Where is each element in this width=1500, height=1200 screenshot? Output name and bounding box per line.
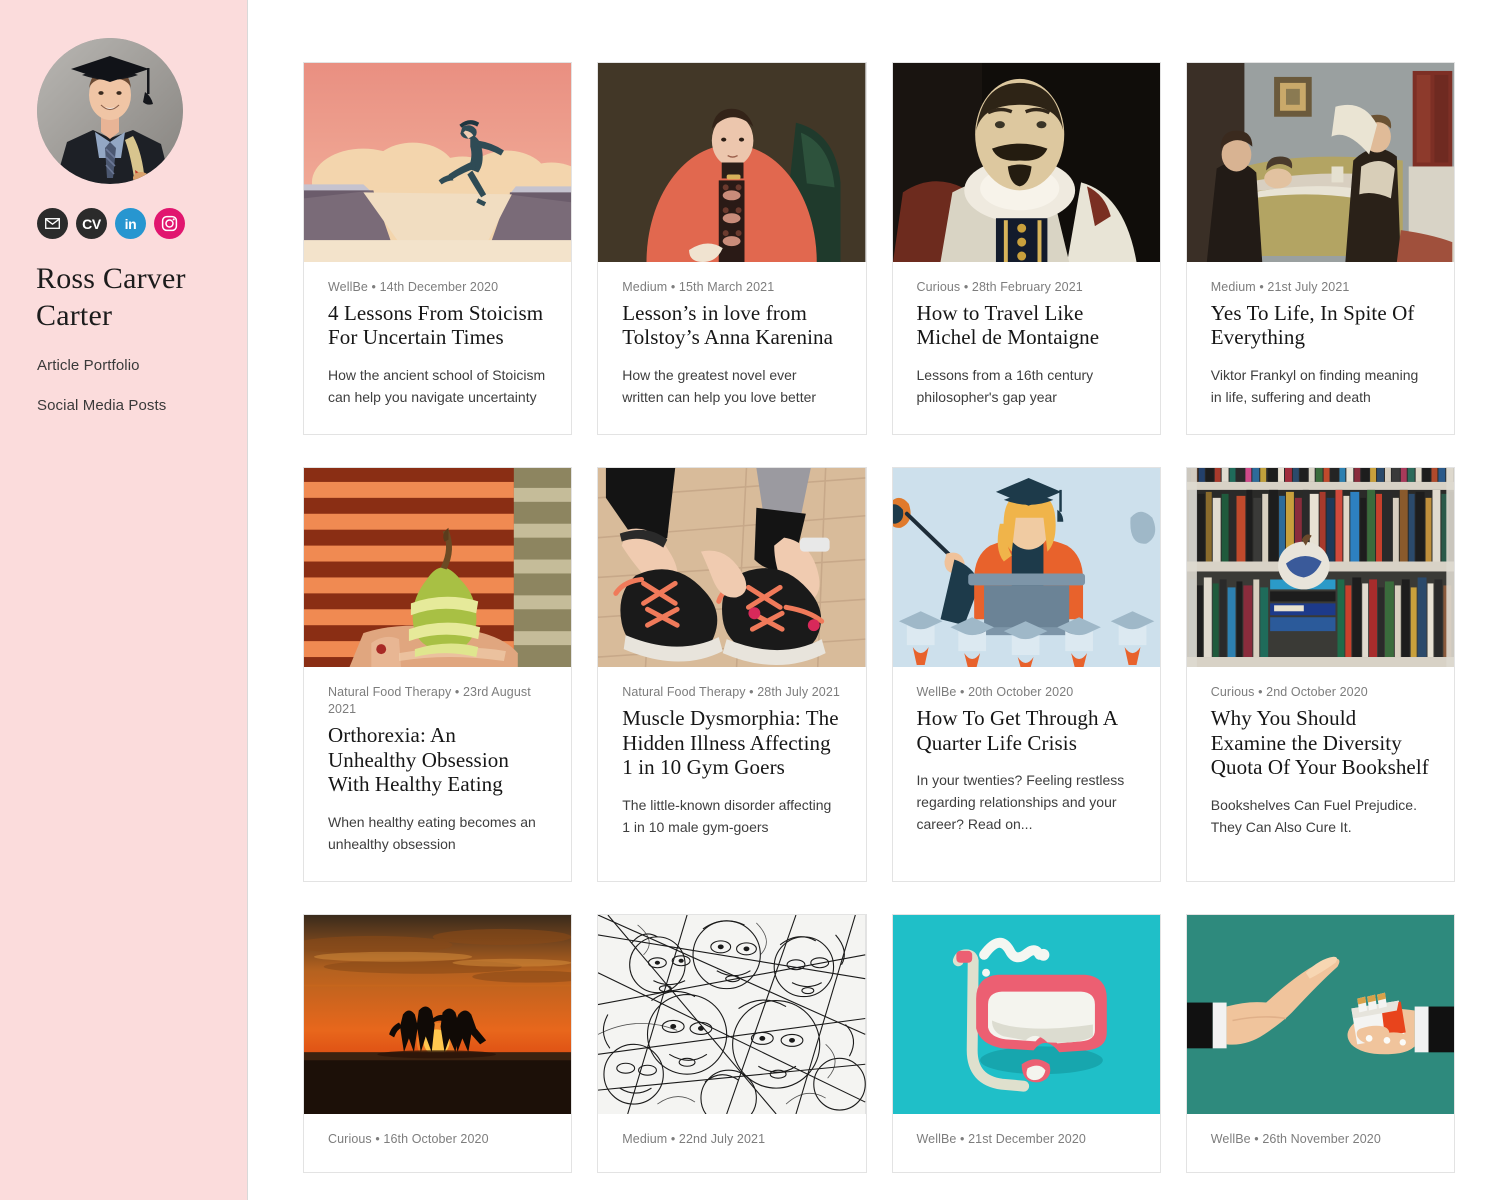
- card-meta: Medium • 15th March 2021: [622, 280, 775, 294]
- linkedin-icon[interactable]: in: [115, 208, 146, 239]
- thumb-art: [1186, 468, 1454, 668]
- thumb-art: [1186, 914, 1454, 1114]
- card-description: Viktor Frankyl on finding meaning in lif…: [1210, 367, 1419, 406]
- card-body: WellBe • 20th October 2020 How To Get Th…: [893, 667, 1160, 861]
- thumb-art: [892, 63, 1160, 262]
- article-card[interactable]: Curious • 2nd October 2020 Why You Shoul…: [1185, 467, 1455, 882]
- thumb-art: [304, 468, 572, 668]
- article-card[interactable]: Natural Food Therapy • 28th July 2021 Mu…: [597, 467, 867, 882]
- pear-in-hand-photo: [304, 468, 572, 668]
- refusing-cigarettes-illustration: [1186, 914, 1454, 1114]
- card-body: WellBe • 21st December 2020: [893, 1114, 1160, 1172]
- card-title[interactable]: Muscle Dysmorphia: The Hidden Illness Af…: [622, 706, 841, 780]
- card-body: Medium • 21st July 2021 Yes To Life, In …: [1187, 262, 1454, 434]
- card-title[interactable]: Lesson’s in love from Tolstoy’s Anna Kar…: [622, 301, 841, 350]
- card-description: How the greatest novel ever written can …: [622, 367, 817, 406]
- card-title[interactable]: How to Travel Like Michel de Montaigne: [917, 301, 1136, 350]
- card-meta: Medium • 22nd July 2021: [622, 1131, 766, 1146]
- card-description: The little-known disorder affecting 1 in…: [622, 796, 832, 835]
- graduation-lecture-illustration: [892, 468, 1160, 668]
- envelope-glyph: [45, 218, 60, 229]
- abstract-faces-drawing: [598, 914, 866, 1114]
- card-title[interactable]: Orthorexia: An Unhealthy Obsession With …: [328, 723, 547, 797]
- card-description: When healthy eating becomes an unhealthy…: [328, 813, 536, 852]
- article-card[interactable]: Medium • 22nd July 2021: [597, 913, 867, 1173]
- card-description: Bookshelves Can Fuel Prejudice. They Can…: [1210, 796, 1417, 835]
- card-body: Natural Food Therapy • 23rd August 2021 …: [304, 667, 571, 881]
- linkedin-label: in: [124, 215, 137, 232]
- article-card[interactable]: WellBe • 14th December 2020 4 Lessons Fr…: [303, 62, 573, 436]
- article-grid: WellBe • 14th December 2020 4 Lessons Fr…: [303, 62, 1455, 1173]
- thumb-art: [892, 914, 1160, 1114]
- card-title[interactable]: How To Get Through A Quarter Life Crisis: [917, 706, 1136, 755]
- sidebar: CV in Ross Carver Carter Article Portfol…: [0, 0, 248, 1200]
- card-meta: Natural Food Therapy • 28th July 2021: [622, 685, 840, 700]
- card-meta: Medium • 21st July 2021: [1210, 280, 1350, 294]
- sidebar-item-article-portfolio[interactable]: Article Portfolio: [37, 356, 213, 376]
- bookshelf-photo: [1186, 468, 1454, 668]
- page-title: Ross Carver Carter: [36, 262, 186, 332]
- article-card[interactable]: WellBe • 21st December 2020: [891, 913, 1161, 1173]
- card-meta: WellBe • 20th October 2020: [916, 685, 1074, 700]
- cv-label: CV: [82, 215, 101, 232]
- thumb-art: [598, 468, 866, 668]
- montaigne-portrait: [892, 63, 1160, 262]
- cliff-jump-illustration: [304, 63, 572, 262]
- card-meta: WellBe • 14th December 2020: [328, 280, 499, 294]
- thumb-art: [1186, 63, 1454, 262]
- card-meta: WellBe • 26th November 2020: [1210, 1131, 1381, 1146]
- card-body: WellBe • 14th December 2020 4 Lessons Fr…: [304, 262, 571, 434]
- sidebar-nav: Article Portfolio Social Media Posts: [37, 356, 213, 415]
- avatar-photo: [37, 38, 183, 184]
- thumb-art: [304, 63, 572, 262]
- card-meta: Curious • 28th February 2021: [916, 280, 1083, 294]
- thumb-art: [892, 468, 1160, 668]
- card-body: Natural Food Therapy • 28th July 2021 Mu…: [598, 667, 865, 864]
- article-card[interactable]: WellBe • 26th November 2020: [1185, 913, 1455, 1173]
- card-title[interactable]: Yes To Life, In Spite Of Everything: [1211, 301, 1430, 350]
- card-body: Curious • 16th October 2020: [304, 1114, 571, 1172]
- email-icon[interactable]: [37, 208, 68, 239]
- main-content: WellBe • 14th December 2020 4 Lessons Fr…: [248, 0, 1500, 1200]
- science-of-charity-painting: [1186, 63, 1454, 262]
- victorian-woman-portrait: [598, 63, 866, 262]
- article-card[interactable]: WellBe • 20th October 2020 How To Get Th…: [891, 467, 1161, 882]
- card-title[interactable]: 4 Lessons From Stoicism For Uncertain Ti…: [328, 301, 547, 350]
- snorkel-mask-illustration: [892, 914, 1160, 1114]
- card-body: Curious • 2nd October 2020 Why You Shoul…: [1187, 667, 1454, 864]
- article-card[interactable]: Curious • 16th October 2020: [303, 913, 573, 1173]
- article-card[interactable]: Medium • 21st July 2021 Yes To Life, In …: [1185, 62, 1455, 436]
- card-body: Curious • 28th February 2021 How to Trav…: [893, 262, 1160, 434]
- card-body: Medium • 22nd July 2021: [598, 1114, 865, 1172]
- social-links: CV in: [37, 208, 213, 239]
- card-meta: Curious • 16th October 2020: [328, 1131, 489, 1146]
- card-description: How the ancient school of Stoicism can h…: [328, 367, 546, 406]
- card-title[interactable]: Why You Should Examine the Diversity Quo…: [1211, 706, 1430, 780]
- card-description: Lessons from a 16th century philosopher'…: [916, 367, 1094, 406]
- instagram-icon[interactable]: [154, 208, 185, 239]
- beach-sunset-photo: [304, 914, 572, 1114]
- article-card[interactable]: Medium • 15th March 2021 Lesson’s in lov…: [597, 62, 867, 436]
- sidebar-item-social-media-posts[interactable]: Social Media Posts: [37, 396, 213, 416]
- card-meta: WellBe • 21st December 2020: [916, 1131, 1086, 1146]
- card-description: In your twenties? Feeling restless regar…: [916, 772, 1125, 833]
- cv-icon[interactable]: CV: [76, 208, 107, 239]
- thumb-art: [598, 914, 866, 1114]
- instagram-glyph: [161, 215, 178, 232]
- avatar: [37, 38, 183, 184]
- thumb-art: [598, 63, 866, 262]
- card-body: WellBe • 26th November 2020: [1187, 1114, 1454, 1172]
- thumb-art: [304, 914, 572, 1114]
- card-meta: Natural Food Therapy • 23rd August 2021: [328, 685, 531, 717]
- card-meta: Curious • 2nd October 2020: [1210, 685, 1368, 700]
- tying-trainers-photo: [598, 468, 866, 668]
- portfolio-page: CV in Ross Carver Carter Article Portfol…: [0, 0, 1500, 1200]
- article-card[interactable]: Curious • 28th February 2021 How to Trav…: [891, 62, 1161, 436]
- article-card[interactable]: Natural Food Therapy • 23rd August 2021 …: [303, 467, 573, 882]
- card-body: Medium • 15th March 2021 Lesson’s in lov…: [598, 262, 865, 434]
